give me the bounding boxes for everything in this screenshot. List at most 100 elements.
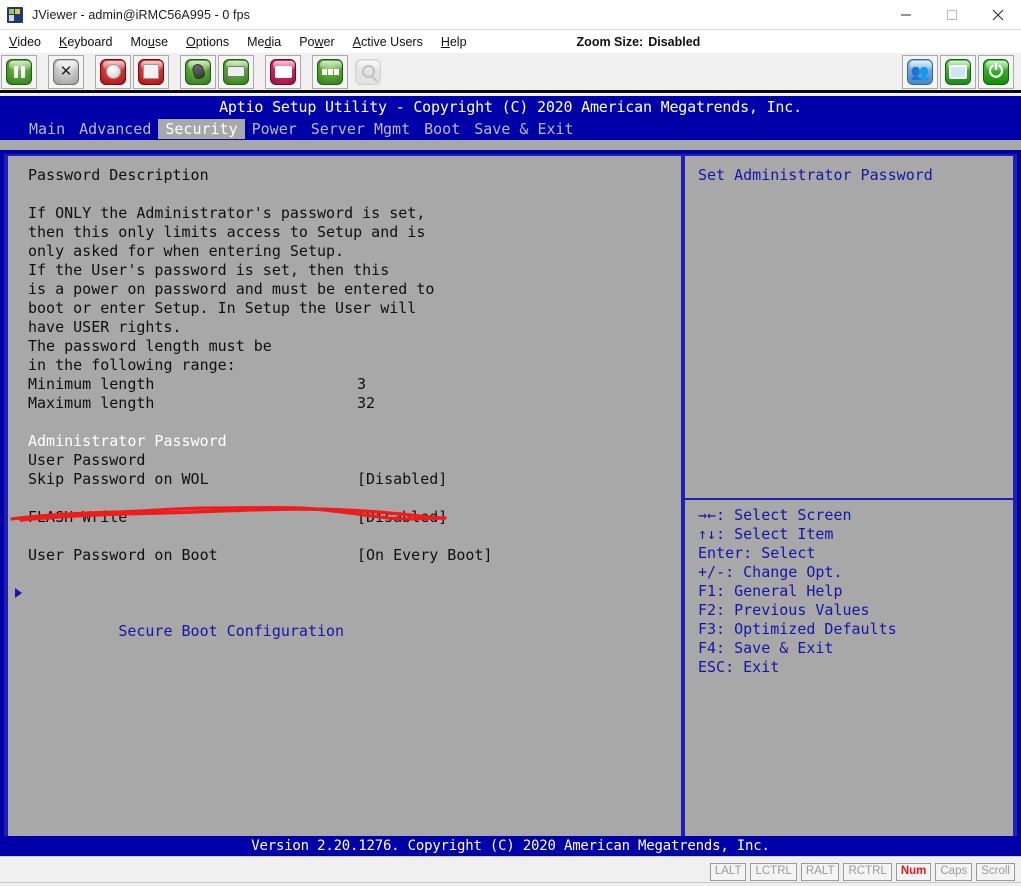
row-secure-boot-configuration[interactable]: Secure Boot Configuration [15, 584, 681, 640]
users-icon: 👥 [907, 58, 933, 85]
help-key-previous-values: F2: Previous Values [698, 601, 870, 619]
tab-boot[interactable]: Boot [417, 119, 467, 139]
record-video-button[interactable] [265, 54, 301, 89]
capture-button[interactable] [312, 54, 348, 89]
menu-media[interactable]: Me d ia [238, 30, 290, 53]
menu-active-users-post: ctive Users [361, 34, 423, 49]
jviewer-app-icon [7, 6, 23, 23]
active-users-button[interactable]: 👥 [902, 54, 938, 89]
help-key-general-help: F1: General Help [698, 582, 843, 600]
led-num[interactable]: Num [895, 862, 932, 881]
power-icon: ⏻ [983, 58, 1009, 85]
led-scroll[interactable]: Scroll [976, 862, 1015, 881]
toolbar-group-input [179, 54, 255, 89]
row-desc-line-2: then this only limits access to Setup an… [28, 223, 681, 242]
row-value: [Disabled] [357, 470, 448, 488]
row-label: only asked for when entering Setup. [28, 242, 345, 260]
help-key-select-item: ↑↓: Select Item [698, 525, 834, 543]
zoom-size-label: Zoom Size: [576, 34, 644, 49]
toolbar-group-view: ✕ [47, 54, 85, 89]
row-desc-line-8: The password length must be [28, 337, 681, 356]
pause-video-button[interactable] [1, 54, 37, 89]
row-label: Secure Boot Configuration [118, 622, 345, 640]
keyboard-button[interactable] [218, 54, 254, 89]
menu-power[interactable]: Po w er [290, 30, 343, 53]
floppy-drive-icon [138, 58, 164, 85]
floppy-media-button[interactable] [133, 54, 169, 89]
tab-save-exit[interactable]: Save & Exit [467, 119, 580, 139]
bios-body: Password Description If ONLY the Adminis… [0, 150, 1021, 840]
menu-bar: Video Keyboard Mo u se Options Me d ia Po w er… [0, 30, 1021, 53]
menu-options-mnemonic: O [186, 34, 196, 49]
bios-panes: Password Description If ONLY the Adminis… [4, 154, 1017, 840]
fullscreen-button[interactable]: ✕ [48, 54, 84, 89]
bios-screen: Aptio Setup Utility - Copyright (C) 2020… [0, 96, 1021, 856]
row-label: User Password on Boot [28, 546, 218, 564]
row-maximum-length: Maximum length 32 [28, 394, 681, 413]
tab-advanced[interactable]: Advanced [72, 119, 158, 139]
help-separator [685, 498, 1013, 500]
minimize-icon[interactable] [883, 0, 929, 30]
row-label: Maximum length [28, 394, 155, 412]
led-caps[interactable]: Caps [935, 862, 973, 881]
zoom-size-value: Disabled [648, 34, 701, 49]
menu-keyboard[interactable]: Keyboard [50, 30, 122, 53]
monitor-button[interactable] [940, 54, 976, 89]
menu-media-pre: Me [247, 34, 265, 49]
row-label: Administrator Password [28, 432, 227, 450]
help-key-select-screen: →←: Select Screen [698, 506, 852, 524]
row-flash-write[interactable]: FLASH Write [Disabled] [28, 508, 681, 527]
menu-power-pre: Po [299, 34, 315, 49]
menu-active-users-mnemonic: A [352, 34, 361, 49]
row-label: User Password [28, 451, 146, 469]
menu-mouse-post: se [154, 34, 169, 49]
menu-active-users[interactable]: Active Users [344, 30, 432, 53]
menu-power-post: er [323, 34, 335, 49]
row-desc-line-5: is a power on password and must be enter… [28, 280, 681, 299]
zoom-size-indicator: Zoom Size: Disabled [577, 35, 701, 49]
row-user-password[interactable]: User Password [28, 451, 681, 470]
row-label: FLASH Write [28, 508, 128, 526]
row-label: in the following range: [28, 356, 236, 374]
row-minimum-length: Minimum length 3 [28, 375, 681, 394]
row-label: is a power on password and must be enter… [28, 280, 435, 298]
help-key-esc-exit: ESC: Exit [698, 658, 780, 676]
row-skip-password-on-wol[interactable]: Skip Password on WOL [Disabled] [28, 470, 681, 489]
row-spacer [28, 565, 681, 584]
row-label: The password length must be [28, 337, 272, 355]
row-spacer [28, 489, 681, 508]
bios-title: Aptio Setup Utility - Copyright (C) 2020… [219, 98, 802, 116]
row-desc-line-6: boot or enter Setup. In Setup the User w… [28, 299, 681, 318]
help-key-enter-select: Enter: Select [698, 544, 816, 562]
menu-video[interactable]: Video [0, 30, 50, 53]
grid-capture-icon [317, 58, 343, 85]
cd-disc-icon [100, 58, 126, 85]
cd-media-button[interactable] [95, 54, 131, 89]
window-titlebar: JViewer - admin@iRMC56A995 - 0 fps [0, 0, 1021, 30]
menu-options[interactable]: Options [177, 30, 238, 53]
close-icon[interactable] [975, 0, 1021, 30]
led-lalt[interactable]: LALT [709, 862, 747, 881]
menu-mouse[interactable]: Mo u se [122, 30, 178, 53]
power-button[interactable]: ⏻ [978, 54, 1014, 89]
menu-help[interactable]: Help [432, 30, 476, 53]
maximize-icon[interactable] [929, 0, 975, 30]
led-rctrl[interactable]: RCTRL [843, 862, 892, 881]
row-administrator-password[interactable]: Administrator Password [28, 432, 681, 451]
row-label: have USER rights. [28, 318, 182, 336]
bios-tab-bar: Main Advanced Security Power Server Mgmt… [0, 118, 1021, 140]
led-lctrl[interactable]: LCTRL [750, 862, 797, 881]
tab-server-mgmt[interactable]: Server Mgmt [304, 119, 417, 139]
toolbar-group-video [0, 54, 38, 89]
menu-video-mnemonic: V [9, 34, 18, 49]
row-user-password-on-boot[interactable]: User Password on Boot [On Every Boot] [28, 546, 681, 565]
tab-main[interactable]: Main [22, 119, 72, 139]
tab-power[interactable]: Power [245, 119, 304, 139]
menu-media-post: ia [271, 34, 282, 49]
row-password-description: Password Description [28, 166, 681, 185]
tab-security[interactable]: Security [158, 119, 245, 139]
window-title: JViewer - admin@iRMC56A995 - 0 fps [32, 7, 251, 22]
zoom-button [350, 55, 386, 89]
led-ralt[interactable]: RALT [800, 862, 840, 881]
mouse-button[interactable] [180, 54, 216, 89]
